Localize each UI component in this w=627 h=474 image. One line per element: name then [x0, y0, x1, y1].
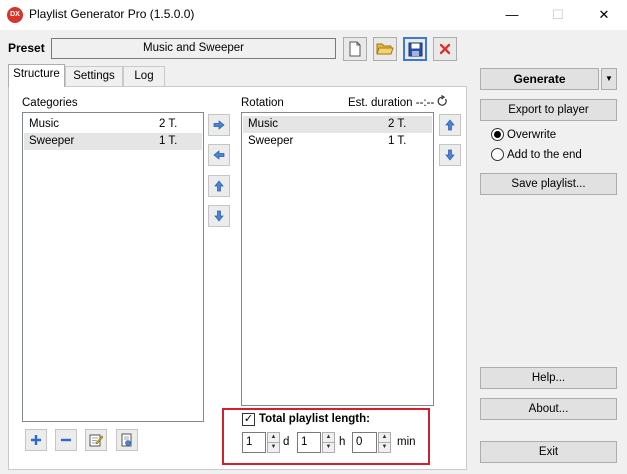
spin-up-icon[interactable]: ▲: [379, 433, 390, 443]
arrow-up-icon: [445, 119, 455, 131]
arrow-right-icon: [213, 120, 225, 130]
add-to-end-label: Add to the end: [507, 149, 582, 161]
rotation-count: 1 T.: [388, 135, 407, 147]
spin-down-icon[interactable]: ▼: [379, 443, 390, 453]
overwrite-radio[interactable]: [491, 128, 504, 141]
days-unit: d: [283, 436, 290, 448]
hours-unit: h: [339, 436, 346, 448]
folder-open-icon: [376, 43, 394, 55]
window-title: Playlist Generator Pro (1.5.0.0): [29, 7, 195, 21]
arrow-left-icon: [213, 150, 225, 160]
generate-dropdown-button[interactable]: ▼: [601, 68, 617, 90]
days-input[interactable]: 1: [242, 432, 266, 453]
radio-selected-icon: [494, 131, 501, 138]
minus-icon: [61, 438, 71, 442]
new-document-icon: [349, 41, 361, 57]
move-rotation-up-button[interactable]: [439, 114, 461, 136]
refresh-duration-button[interactable]: [437, 95, 449, 109]
hours-stepper[interactable]: ▲ ▼: [322, 432, 335, 453]
document-settings-icon: [121, 433, 132, 447]
help-button[interactable]: Help...: [480, 367, 617, 389]
preset-label: Preset: [8, 41, 45, 55]
est-duration-label: Est. duration --:--: [348, 97, 435, 109]
new-preset-button[interactable]: [343, 37, 367, 61]
minutes-stepper[interactable]: ▲ ▼: [378, 432, 391, 453]
days-stepper[interactable]: ▲ ▼: [267, 432, 280, 453]
category-count: 1 T.: [159, 135, 178, 147]
open-preset-button[interactable]: [373, 37, 397, 61]
checkmark-icon: ✓: [243, 413, 254, 425]
exit-button[interactable]: Exit: [480, 441, 617, 463]
spin-up-icon[interactable]: ▲: [323, 433, 334, 443]
save-disk-icon: [408, 42, 422, 56]
remove-category-button[interactable]: [55, 429, 77, 451]
minimize-button[interactable]: —: [489, 0, 535, 30]
about-button[interactable]: About...: [480, 398, 617, 420]
plus-icon: [31, 435, 41, 445]
category-name: Sweeper: [29, 135, 75, 147]
category-count: 2 T.: [159, 118, 178, 130]
edit-icon: [89, 434, 103, 447]
spin-down-icon[interactable]: ▼: [268, 443, 279, 453]
hours-input[interactable]: 1: [297, 432, 321, 453]
refresh-icon: [437, 95, 447, 106]
app-icon: DX: [7, 7, 23, 23]
preset-field[interactable]: Music and Sweeper: [51, 38, 336, 59]
save-preset-button[interactable]: [403, 37, 427, 61]
arrow-down-icon: [445, 149, 455, 161]
close-button[interactable]: ✕: [581, 0, 627, 30]
minutes-input[interactable]: 0: [352, 432, 377, 453]
rotation-name: Music: [248, 118, 279, 130]
category-name: Music: [29, 118, 60, 130]
minutes-unit: min: [397, 436, 416, 448]
tab-structure[interactable]: Structure: [8, 64, 65, 87]
add-to-end-radio[interactable]: [491, 148, 504, 161]
export-button[interactable]: Export to player: [480, 99, 617, 121]
total-length-checkbox[interactable]: ✓: [242, 413, 255, 426]
maximize-button: ☐: [552, 7, 564, 22]
add-to-rotation-button[interactable]: [208, 114, 230, 136]
arrow-up-icon: [214, 180, 224, 192]
rotation-list[interactable]: Music 2 T. Sweeper 1 T.: [241, 112, 434, 406]
rotation-name: Sweeper: [248, 135, 294, 147]
caret-down-icon: ▼: [605, 74, 613, 83]
list-item[interactable]: Sweeper 1 T.: [243, 133, 432, 150]
spin-up-icon[interactable]: ▲: [268, 433, 279, 443]
total-length-label: Total playlist length:: [259, 413, 370, 425]
categories-list[interactable]: Music 2 T. Sweeper 1 T.: [22, 112, 204, 422]
rotation-count: 2 T.: [388, 118, 407, 130]
remove-from-rotation-button[interactable]: [208, 144, 230, 166]
delete-x-icon: [439, 43, 451, 55]
tab-settings[interactable]: Settings: [65, 66, 123, 86]
tab-log[interactable]: Log: [123, 66, 165, 86]
arrow-down-icon: [214, 210, 224, 222]
generate-button[interactable]: Generate: [480, 68, 599, 90]
edit-category-button[interactable]: [85, 429, 107, 451]
list-item[interactable]: Sweeper 1 T.: [24, 133, 202, 150]
delete-preset-button[interactable]: [433, 37, 457, 61]
spin-down-icon[interactable]: ▼: [323, 443, 334, 453]
move-category-down-button[interactable]: [208, 205, 230, 227]
save-playlist-button[interactable]: Save playlist...: [480, 173, 617, 195]
title-bar: DX Playlist Generator Pro (1.5.0.0) — ☐ …: [0, 0, 627, 30]
rotation-label: Rotation: [241, 97, 284, 109]
overwrite-label: Overwrite: [507, 129, 557, 141]
add-category-button[interactable]: [25, 429, 47, 451]
move-rotation-down-button[interactable]: [439, 144, 461, 166]
list-item[interactable]: Music 2 T.: [24, 116, 202, 133]
move-category-up-button[interactable]: [208, 175, 230, 197]
list-item[interactable]: Music 2 T.: [243, 116, 432, 133]
categories-label: Categories: [22, 97, 78, 109]
category-properties-button[interactable]: [116, 429, 138, 451]
